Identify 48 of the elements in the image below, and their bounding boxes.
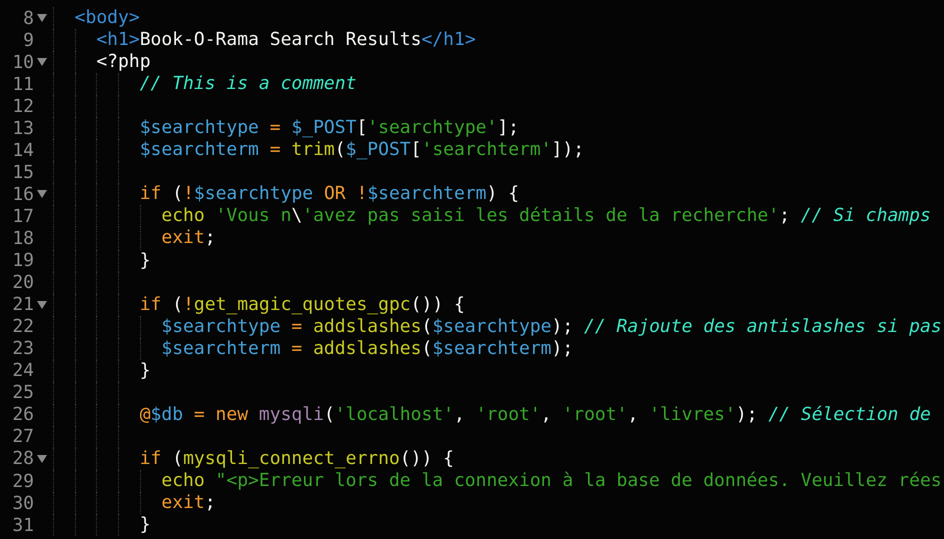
- line-number: 18: [11, 228, 34, 249]
- line-number: 30: [11, 492, 34, 514]
- code-line: echo "<p>Erreur lors de la connexion à la base de données. Veuillez rées: [161, 470, 942, 492]
- line-number: 26: [11, 404, 34, 426]
- line-number: 21: [11, 294, 34, 316]
- fold-arrow-icon[interactable]: [37, 454, 47, 463]
- line-number: 20: [11, 272, 34, 294]
- code-line: $searchterm = addslashes($searchterm);: [161, 338, 574, 360]
- line-number: 8: [22, 8, 34, 29]
- code-line: $searchterm = trim($_POST['searchterm']);: [140, 139, 584, 162]
- code-line: if (mysqli_connect_errno()) {: [140, 448, 454, 470]
- line-number: 15: [11, 162, 34, 183]
- code-line: exit;: [161, 227, 216, 250]
- code-line: }: [140, 250, 151, 272]
- code-line: if (!$searchtype OR !$searchterm) {: [140, 183, 520, 206]
- code-line: }: [140, 514, 151, 536]
- line-number: 12: [11, 96, 34, 117]
- line-number: 28: [11, 448, 34, 470]
- line-number: 31: [11, 514, 34, 536]
- fold-arrow-icon[interactable]: [37, 58, 47, 66]
- line-number: 19: [11, 250, 34, 272]
- code-line: @$db = new mysqli('localhost', 'root', 'root', 'livres'); // Sélection de: [140, 404, 931, 426]
- code-line: $searchtype = addslashes($searchtype); // Rajoute des antislashes si pas: [161, 316, 942, 338]
- code-line: if (!get_magic_quotes_gpc()) {: [140, 294, 465, 316]
- line-number: 29: [11, 470, 34, 492]
- line-number: 9: [22, 30, 34, 51]
- code-line: }: [140, 360, 151, 382]
- line-number: 24: [11, 360, 34, 382]
- fold-arrow-icon[interactable]: [37, 14, 47, 22]
- fold-arrow-icon[interactable]: [37, 300, 47, 309]
- line-number: 10: [11, 52, 34, 73]
- code-line: <h1>Book-O-Rama Search Results</h1>: [96, 29, 476, 52]
- code-line: echo 'Vous n\'avez pas saisi les détails de la recherche'; // Si champs: [161, 205, 931, 228]
- code-line: // This is a comment: [140, 73, 356, 96]
- code-line: <body>: [74, 7, 140, 30]
- line-number: 14: [11, 140, 34, 161]
- line-number: 22: [11, 316, 34, 338]
- line-number: 16: [11, 184, 34, 205]
- line-number: 27: [11, 426, 34, 448]
- line-number: 11: [11, 74, 34, 95]
- code-line: exit;: [161, 492, 216, 514]
- line-number: 23: [11, 338, 34, 360]
- line-number: 17: [11, 206, 34, 227]
- line-number: 13: [11, 118, 34, 139]
- code-line: <?php: [96, 51, 151, 74]
- line-number: 25: [11, 382, 34, 404]
- code-line: $searchtype = $_POST['searchtype'];: [140, 117, 520, 140]
- fold-arrow-icon[interactable]: [37, 190, 47, 198]
